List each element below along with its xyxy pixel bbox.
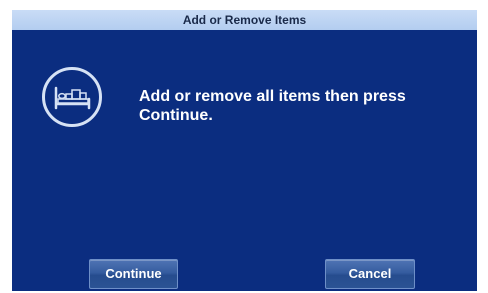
continue-button[interactable]: Continue <box>89 259 178 289</box>
bed-icon <box>41 66 103 128</box>
dialog-window: Add or Remove Items Add or remove all it… <box>12 10 477 291</box>
instruction-message: Add or remove all items then press Conti… <box>139 88 406 124</box>
cancel-button[interactable]: Cancel <box>325 259 415 289</box>
dialog-title: Add or Remove Items <box>12 10 477 30</box>
